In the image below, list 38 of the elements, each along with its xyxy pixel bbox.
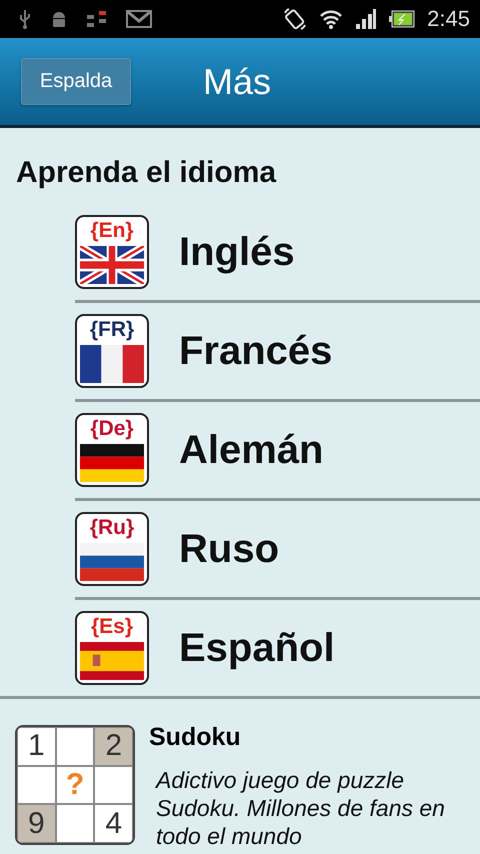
language-code: {En} [90,218,134,244]
app-description: Adictivo juego de puzzle Sudoku. Millones de fans en todo el mundo [156,766,446,850]
language-code: {Es} [90,614,134,640]
language-item[interactable]: {Ru} Ruso [75,501,480,600]
signal-icon [355,8,378,30]
usb-icon [18,9,32,29]
language-name: Inglés [179,230,295,274]
flag-icon [80,444,144,482]
language-name: Ruso [179,526,279,572]
flag-icon [80,246,144,284]
rotate-icon [283,7,308,31]
sudoku-digit: 2 [105,729,122,764]
back-button[interactable]: Espalda [21,58,131,105]
section-heading: Aprenda el idioma [15,155,278,191]
language-item[interactable]: {En} Inglés [75,204,480,303]
flag-icon [80,642,144,680]
language-name: Francés [179,328,332,374]
language-name: Español [179,626,335,670]
sudoku-digit: 9 [28,806,45,841]
mail-icon [126,9,152,29]
language-name: Alemán [179,428,324,472]
language-code: {De} [90,416,134,442]
screen-title: Más [203,60,272,102]
wifi-icon [319,8,344,30]
flag-icon [80,543,144,581]
language-item[interactable]: {FR} Francés [75,303,480,402]
sudoku-digit: 4 [105,806,122,841]
clock: 2:45 [427,6,470,32]
network-icon [86,9,108,29]
battery-icon [389,10,416,28]
sudoku-digit: ? [66,768,84,802]
language-item[interactable]: {Es} Español [75,600,480,696]
language-code: {Ru} [90,515,134,541]
language-item[interactable]: {De} Alemán [75,402,480,501]
language-code: {FR} [90,317,134,343]
flag-icon [80,345,144,383]
app-title: Sudoku [149,723,242,752]
sudoku-digit: 1 [28,729,45,764]
